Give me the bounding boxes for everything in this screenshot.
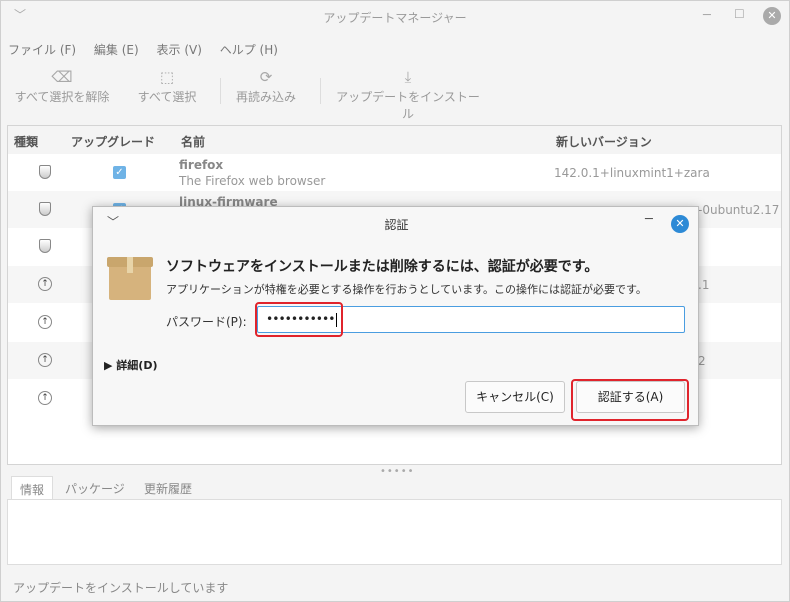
tab-info[interactable]: 情報 (11, 476, 54, 500)
install-updates-label: アップデートをインストール (336, 90, 480, 121)
password-label: パスワード(P): (166, 315, 247, 329)
package-description: The Firefox web browser (179, 174, 326, 188)
package-new-version: 142.0.1+linuxmint1+zara (554, 166, 710, 180)
cancel-button[interactable]: キャンセル(C) (465, 381, 565, 413)
security-shield-icon (39, 239, 51, 253)
menu-file[interactable]: ファイル (F) (8, 43, 76, 57)
clear-selection-button[interactable]: ⌫ すべて選択を解除 (12, 66, 112, 105)
column-new-version-header[interactable]: 新しいバージョン (556, 133, 652, 150)
package-new-version: -0ubuntu2.17 (698, 203, 780, 217)
install-updates-button[interactable]: ⤓ アップデートをインストール (334, 66, 482, 122)
update-arrow-icon: ↑ (38, 277, 52, 291)
select-all-icon: ⬚ (159, 68, 175, 86)
minimize-icon[interactable]: ─ (703, 8, 711, 23)
column-type-header[interactable]: 種類 (14, 133, 38, 150)
update-arrow-icon: ↑ (38, 315, 52, 329)
list-header: 種類 アップグレード 名前 新しいバージョン (8, 126, 781, 154)
refresh-icon: ⟳ (259, 68, 273, 86)
update-arrow-icon: ↑ (38, 391, 52, 405)
info-pane (7, 499, 782, 565)
status-text: アップデートをインストールしています (13, 581, 229, 595)
title-bar: ﹀ アップデートマネージャー ─ ☐ ✕ (0, 0, 790, 34)
refresh-button[interactable]: ⟳ 再読み込み (233, 66, 299, 105)
toolbar-separator (220, 78, 221, 104)
clear-selection-label: すべて選択を解除 (14, 90, 110, 104)
highlight-box-password (255, 302, 343, 337)
details-label: 詳細(D) (116, 359, 158, 372)
window-close-icon[interactable]: ✕ (763, 7, 781, 25)
menu-bar: ファイル (F) 編集 (E) 表示 (V) ヘルプ (H) (8, 41, 292, 58)
update-arrow-icon: ↑ (38, 353, 52, 367)
menu-edit[interactable]: 編集 (E) (94, 43, 139, 57)
menu-help[interactable]: ヘルプ (H) (220, 43, 278, 57)
info-tabs: 情報 パッケージ 更新履歴 (7, 476, 782, 500)
clear-selection-icon: ⌫ (51, 68, 73, 86)
toolbar-separator (320, 78, 321, 104)
column-name-header[interactable]: 名前 (181, 133, 205, 150)
highlight-box-authenticate (571, 379, 689, 421)
menu-view[interactable]: 表示 (V) (157, 43, 202, 57)
toolbar: ⌫ すべて選択を解除 ⬚ すべて選択 ⟳ 再読み込み ⤓ アップデートをインスト… (0, 66, 790, 121)
column-upgrade-header[interactable]: アップグレード (71, 133, 155, 150)
security-shield-icon (39, 165, 51, 179)
select-all-button[interactable]: ⬚ すべて選択 (135, 66, 199, 105)
refresh-label: 再読み込み (235, 90, 296, 104)
dialog-minimize-icon[interactable]: ─ (645, 212, 653, 227)
auth-dialog: ﹀ 認証 ─ ✕ ソフトウェアをインストールまたは削除するには、認証が必要です。… (92, 206, 699, 426)
select-all-label: すべて選択 (137, 90, 197, 104)
package-name: firefox (179, 158, 224, 172)
table-row[interactable]: ✓ firefox The Firefox web browser 142.0.… (8, 154, 781, 191)
maximize-icon[interactable]: ☐ (734, 7, 745, 21)
dialog-heading: ソフトウェアをインストールまたは削除するには、認証が必要です。 (166, 259, 599, 275)
tab-packages[interactable]: パッケージ (57, 476, 133, 500)
package-new-version: .1 (698, 278, 710, 292)
dialog-title: 認証 (384, 218, 409, 232)
window-title: アップデートマネージャー (323, 11, 467, 25)
dialog-subtext: アプリケーションが特権を必要とする操作を行おうとしています。この操作には認証が必… (166, 283, 647, 296)
upgrade-checkbox[interactable]: ✓ (113, 166, 126, 179)
dialog-close-icon[interactable]: ✕ (671, 215, 689, 233)
download-install-icon: ⤓ (404, 68, 412, 86)
package-new-version: 2 (698, 354, 706, 368)
security-shield-icon (39, 202, 51, 216)
package-box-icon (107, 257, 153, 300)
details-expander[interactable]: ▶ 詳細(D) (104, 357, 157, 373)
tab-changelog[interactable]: 更新履歴 (136, 476, 200, 500)
